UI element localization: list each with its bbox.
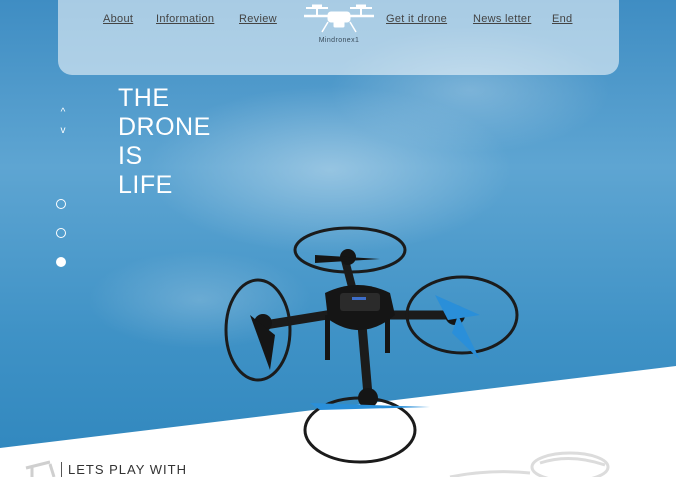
ghost-drone-image [449,451,610,477]
nav-link-get-it-drone[interactable]: Get it drone [386,13,447,25]
headline-line-4: LIFE [118,171,173,199]
nav-link-news-letter[interactable]: News letter [473,13,531,25]
nav-link-about[interactable]: About [103,13,133,25]
nav-link-end[interactable]: End [552,13,572,25]
section-heading-peek: LETS PLAY WITH [61,462,187,477]
drone-image [224,226,519,464]
headline-line-1: THE [118,84,170,112]
hero-headline: THE DRONE IS LIFE [118,84,211,200]
headline-line-3: IS [118,142,143,170]
nav-link-information[interactable]: Information [156,13,214,25]
chevron-down-icon[interactable]: v [57,126,69,136]
slide-dot-1[interactable] [56,199,66,209]
chevron-up-icon[interactable]: ^ [57,108,69,118]
logo-text: Mindronex1 [318,37,360,44]
nav-link-review[interactable]: Review [239,13,277,25]
hero-section: About Information Review Get it drone Ne… [0,0,676,477]
slide-dot-2[interactable] [56,228,66,238]
slide-dot-3[interactable] [56,257,66,267]
headline-line-2: DRONE [118,113,211,141]
